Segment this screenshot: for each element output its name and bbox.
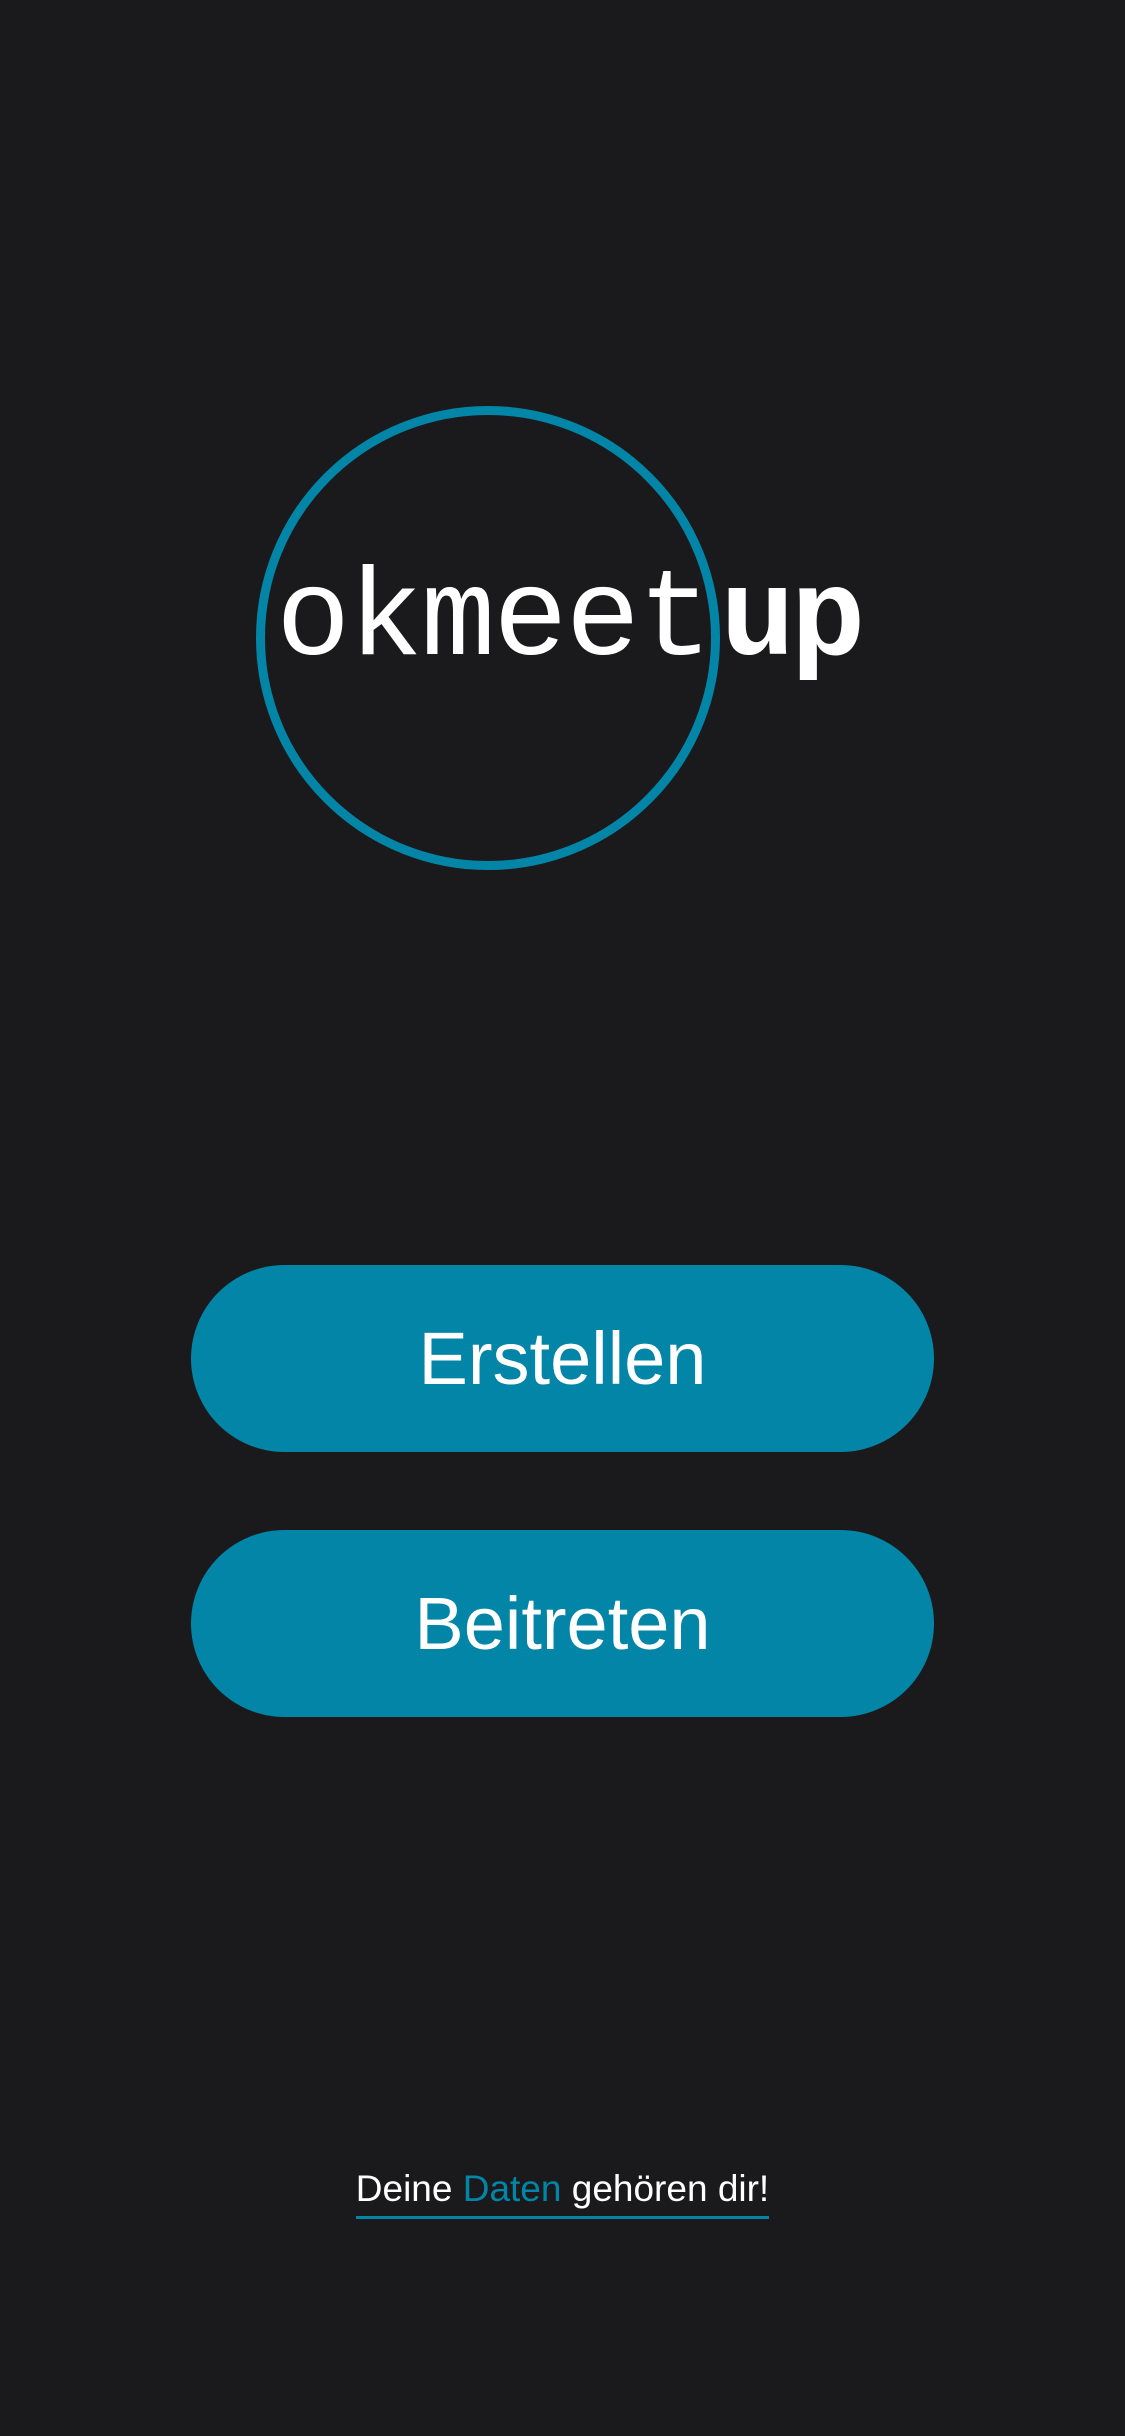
- footer-text-accent: Daten: [462, 2168, 562, 2209]
- join-button[interactable]: Beitreten: [191, 1530, 934, 1717]
- footer: Deine Daten gehören dir!: [0, 2168, 1125, 2219]
- logo-text-bold: up: [720, 552, 865, 692]
- footer-text-part2: gehören dir!: [561, 2168, 770, 2209]
- create-button[interactable]: Erstellen: [191, 1265, 934, 1452]
- logo-text-light: okmeet: [276, 552, 712, 692]
- privacy-link[interactable]: Deine Daten gehören dir!: [355, 2168, 770, 2219]
- footer-text-part1: Deine: [355, 2168, 463, 2209]
- app-logo: okmeet up: [0, 0, 1125, 1000]
- logo-wordmark: okmeet up: [276, 552, 865, 700]
